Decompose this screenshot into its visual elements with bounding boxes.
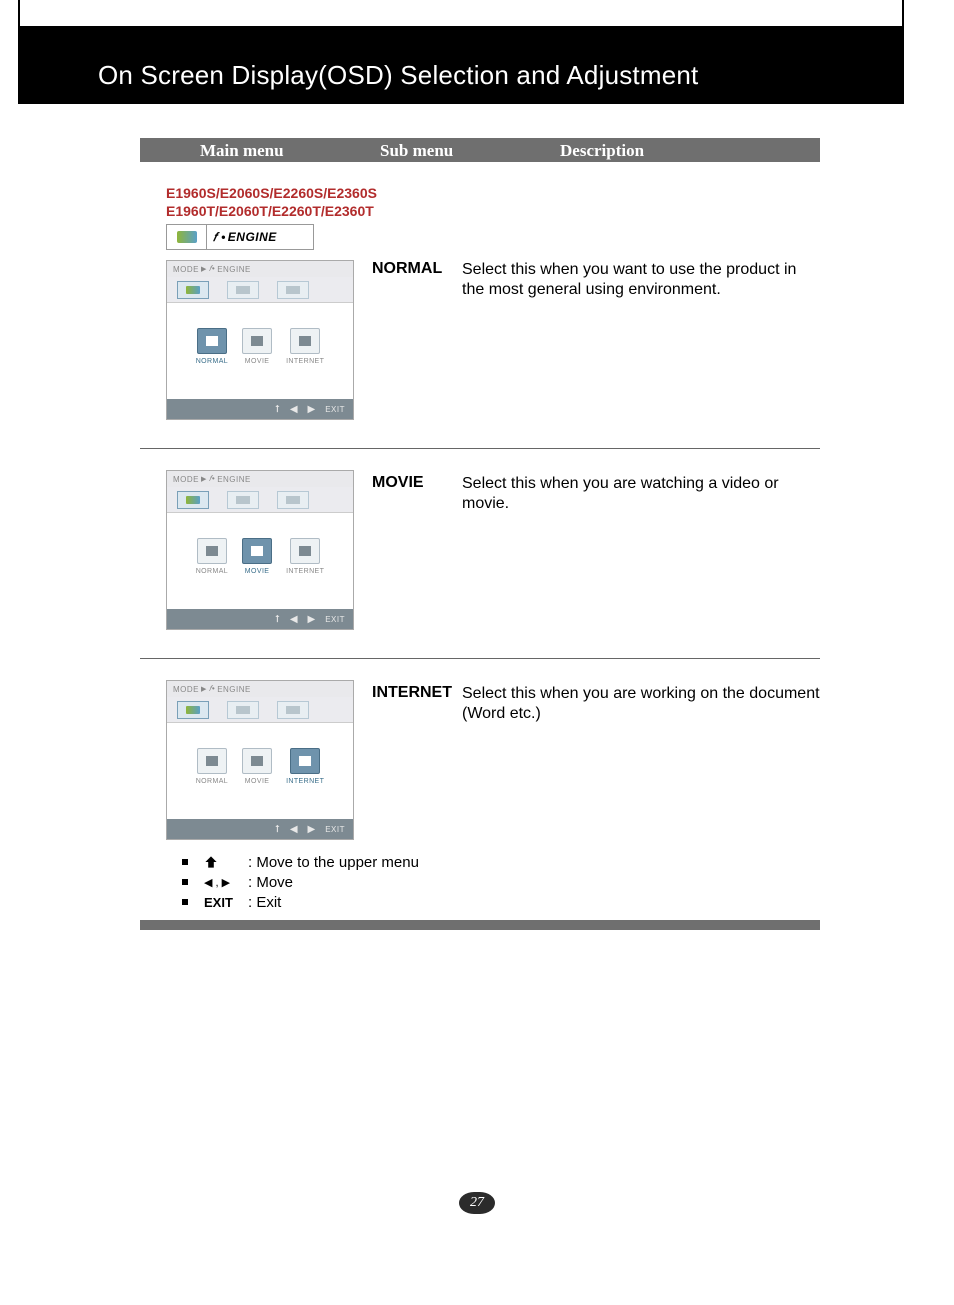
osd-tabs (167, 277, 353, 303)
column-header-bar: Main menu Sub menu Description (140, 138, 820, 162)
page-frame-top (0, 0, 954, 26)
right-icon: ▶ (308, 824, 316, 835)
right-icon: ▶ (308, 404, 316, 415)
osd-tab-fengine (177, 491, 209, 509)
left-icon: ◀ (290, 614, 298, 625)
section-title-bar: On Screen Display(OSD) Selection and Adj… (18, 26, 904, 104)
osd-breadcrumb: MODE▶𝑓•ENGINE (167, 261, 353, 277)
legend-move-text: : Move (248, 874, 293, 891)
up-icon: ⭡ (275, 404, 280, 415)
section-title: On Screen Display(OSD) Selection and Adj… (98, 60, 698, 91)
osd-tab-2 (227, 701, 259, 719)
osd-exit-label: EXIT (325, 615, 345, 624)
osd-tab-2 (227, 491, 259, 509)
models-line-1: E1960S/E2060S/E2260S/E2360S (166, 184, 377, 202)
submenu-movie: MOVIE (372, 474, 424, 492)
osd-nav-bar: ⭡ ◀ ▶ EXIT (167, 819, 353, 839)
osd-nav-bar: ⭡ ◀ ▶ EXIT (167, 609, 353, 629)
f-engine-icon (167, 225, 207, 249)
osd-tabs (167, 487, 353, 513)
osd-item-normal: NORMAL (196, 748, 228, 785)
osd-exit-label: EXIT (325, 825, 345, 834)
navigation-legend: : Move to the upper menu ◀ , ▶ : Move EX… (182, 852, 419, 912)
column-desc: Description (560, 141, 644, 161)
osd-tab-3 (277, 281, 309, 299)
page-number-badge: 27 (0, 1192, 954, 1214)
osd-exit-label: EXIT (325, 405, 345, 414)
osd-tab-fengine (177, 281, 209, 299)
submenu-internet: INTERNET (372, 684, 452, 702)
up-icon: ⭡ (275, 614, 280, 625)
left-icon: ◀ (290, 824, 298, 835)
up-icon: ⭡ (275, 824, 280, 835)
column-main: Main menu (200, 141, 284, 161)
up-arrow-icon (204, 855, 248, 869)
f-engine-label: 𝑓 •ENGINE (207, 225, 313, 249)
legend-up-text: : Move to the upper menu (248, 854, 419, 871)
osd-nav-bar: ⭡ ◀ ▶ EXIT (167, 399, 353, 419)
osd-item-internet: INTERNET (286, 328, 324, 365)
legend-exit-text: : Exit (248, 894, 281, 911)
osd-tabs (167, 697, 353, 723)
osd-item-internet: INTERNET (286, 538, 324, 575)
column-sub: Sub menu (380, 141, 453, 161)
description-movie: Select this when you are watching a vide… (462, 474, 820, 514)
submenu-normal: NORMAL (372, 260, 442, 278)
osd-item-normal: NORMAL (196, 328, 228, 365)
row-divider (140, 448, 820, 449)
osd-item-movie: MOVIE (242, 328, 272, 365)
models-line-2: E1960T/E2060T/E2260T/E2360T (166, 202, 377, 220)
osd-breadcrumb: MODE▶𝑓•ENGINE (167, 471, 353, 487)
osd-breadcrumb: MODE▶𝑓•ENGINE (167, 681, 353, 697)
right-icon: ▶ (308, 614, 316, 625)
footer-bar (140, 920, 820, 930)
osd-screenshot-normal: MODE▶𝑓•ENGINE NORMAL MOVIE INTERNET ⭡ ◀ … (166, 260, 354, 420)
osd-tab-2 (227, 281, 259, 299)
osd-item-normal: NORMAL (196, 538, 228, 575)
description-normal: Select this when you want to use the pro… (462, 260, 820, 300)
osd-tab-3 (277, 491, 309, 509)
osd-item-movie: MOVIE (242, 538, 272, 575)
page-number: 27 (470, 1195, 484, 1211)
osd-tab-3 (277, 701, 309, 719)
osd-item-movie: MOVIE (242, 748, 272, 785)
model-numbers: E1960S/E2060S/E2260S/E2360S E1960T/E2060… (166, 184, 377, 220)
row-divider (140, 658, 820, 659)
f-engine-badge: 𝑓 •ENGINE (166, 224, 314, 250)
osd-item-internet: INTERNET (286, 748, 324, 785)
description-internet: Select this when you are working on the … (462, 684, 820, 724)
osd-tab-fengine (177, 701, 209, 719)
legend-exit-symbol: EXIT (204, 895, 248, 910)
left-icon: ◀ (290, 404, 298, 415)
osd-screenshot-internet: MODE▶𝑓•ENGINE NORMAL MOVIE INTERNET ⭡ ◀ … (166, 680, 354, 840)
left-right-arrows-icon: ◀ , ▶ (204, 876, 248, 889)
osd-screenshot-movie: MODE▶𝑓•ENGINE NORMAL MOVIE INTERNET ⭡ ◀ … (166, 470, 354, 630)
